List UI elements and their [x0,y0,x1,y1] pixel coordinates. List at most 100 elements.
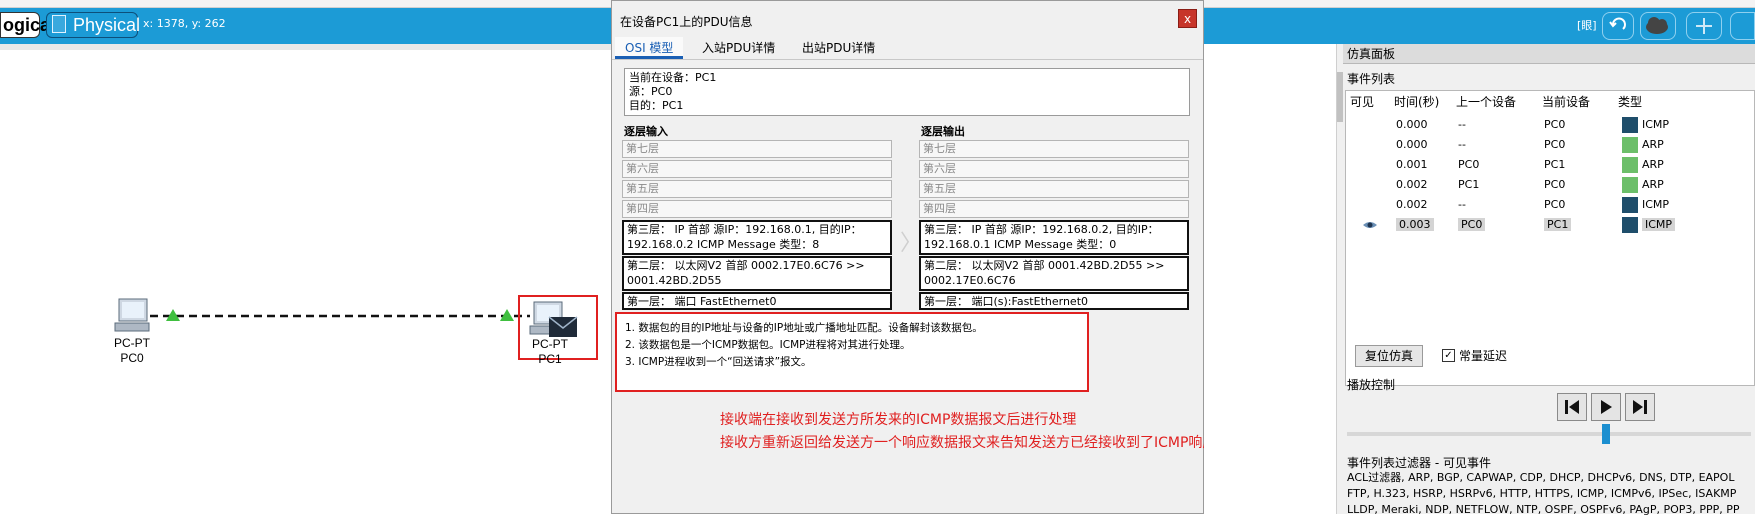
event-type-color [1622,177,1638,193]
in-layer-7[interactable]: 第七层 [622,140,892,158]
event-type-color [1622,217,1638,233]
play-button[interactable] [1591,393,1621,421]
in-layer-3[interactable]: 第三层： IP 首部 源IP：192.168.0.1, 目的IP：192.168… [622,220,892,255]
move-button[interactable] [1686,12,1722,40]
filter-line: FTP, H.323, HSRP, HSRPv6, HTTP, HTTPS, I… [1347,487,1737,500]
event-time: 0.000 [1396,138,1428,151]
tab-divider [612,59,1203,60]
event-filter-title: 事件列表过滤器 - 可见事件 [1347,456,1491,470]
in-layer-6[interactable]: 第六层 [622,160,892,178]
event-type: ARP [1642,178,1664,191]
eye-icon [1363,222,1377,228]
out-layer-3[interactable]: 第三层： IP 首部 源IP：192.168.0.2, 目的IP：192.168… [919,220,1189,255]
annotation-line-2: 接收方重新返回给发送方一个响应数据报文来告知发送方已经接收到了ICMP响应报文对… [720,435,1287,451]
event-row[interactable]: 0.000 -- PC0 ICMP [1346,115,1755,135]
more-button[interactable] [1730,12,1755,40]
event-at-device: PC0 [1544,118,1566,131]
event-time: 0.003 [1396,218,1434,231]
event-row[interactable]: 0.002 PC1 PC0 ARP [1346,175,1755,195]
constant-delay-label: 常量延迟 [1459,349,1508,363]
col-at-device[interactable]: 当前设备 [1542,91,1590,113]
view-label: [眼] [1577,19,1597,32]
forward-step-button[interactable] [1625,393,1655,421]
filter-line: LLDP, Meraki, NDP, NETFLOW, NTP, OSPF, O… [1347,503,1740,516]
event-type: ARP [1642,158,1664,171]
skip-back-icon [1565,400,1579,414]
annotation-line-1: 接收端在接收到发送方所发来的ICMP数据报文后进行处理 [720,412,1077,428]
in-layer-4[interactable]: 第四层 [622,200,892,218]
workspace-right[interactable] [1204,44,1336,514]
reset-simulation-button[interactable]: 复位仿真 [1355,345,1423,367]
in-layer-2[interactable]: 第二层： 以太网V2 首部 0002.17E0.6C76 >> 0001.42B… [622,256,892,291]
event-type: ICMP [1642,218,1676,231]
pdu-notes: 1. 数据包的目的IP地址与设备的IP地址或广播地址匹配。设备解封该数据包。 2… [615,312,1089,392]
event-list-table: 可见 时间(秒) 上一个设备 当前设备 类型 0.000 -- PC0 ICMP 0.0… [1345,90,1755,386]
pc-icon [114,298,150,332]
panel-title: 仿真面板 [1343,44,1755,64]
playback-label: 播放控制 [1347,378,1396,392]
event-at-device: PC0 [1544,138,1566,151]
note-line: 2. 该数据包是一个ICMP数据包。ICMP进程将对其进行处理。 [625,339,911,351]
pdu-info-dialog: 在设备PC1上的PDU信息 x OSI 模型 入站PDU详情 出站PDU详情 当… [611,0,1286,514]
event-last-device: PC1 [1458,178,1480,191]
event-at-device: PC0 [1544,198,1566,211]
pc0-type-label: PC-PT [114,336,150,350]
link-layer [150,309,530,321]
out-layer-1[interactable]: 第一层： 端口(s):FastEthernet0 [919,292,1189,310]
in-layers-heading: 逐层输入 [624,125,668,138]
event-row[interactable]: 0.000 -- PC0 ARP [1346,135,1755,155]
tab-osi-model[interactable]: OSI 模型 [615,37,684,59]
back-button[interactable] [1602,12,1634,40]
in-layer-1[interactable]: 第一层： 端口 FastEthernet0 [622,292,892,310]
event-type-color [1622,197,1638,213]
out-layer-5[interactable]: 第五层 [919,180,1189,198]
event-type: ICMP [1642,118,1670,131]
destination-device: 目的：PC1 [629,99,684,112]
source-device: 源：PC0 [629,85,673,98]
tab-inbound-pdu[interactable]: 入站PDU详情 [692,37,785,59]
move-icon [1696,18,1712,34]
event-time: 0.000 [1396,118,1428,131]
event-row[interactable]: 0.002 -- PC0 ICMP [1346,195,1755,215]
close-button[interactable]: x [1178,9,1197,28]
event-row[interactable]: 0.001 PC0 PC1 ARP [1346,155,1755,175]
in-layer-5[interactable]: 第五层 [622,180,892,198]
event-row[interactable]: 0.003 PC0 PC1 ICMP [1346,215,1755,235]
event-type: ICMP [1642,198,1670,211]
filter-line: ACL过滤器, ARP, BGP, CAPWAP, CDP, DHCP, DHC… [1347,471,1735,484]
note-line: 3. ICMP进程收到一个“回送请求”报文。 [625,356,812,368]
col-last-device[interactable]: 上一个设备 [1456,91,1516,113]
playback-speed-slider[interactable] [1601,424,1610,444]
cloud-button[interactable] [1640,12,1676,40]
event-time: 0.001 [1396,158,1428,171]
pc0-device[interactable] [113,297,153,335]
col-time[interactable]: 时间(秒) [1394,91,1439,113]
skip-forward-icon [1633,400,1647,414]
event-type-color [1622,117,1638,133]
tab-outbound-pdu[interactable]: 出站PDU详情 [792,37,885,59]
event-last-device: PC0 [1458,158,1480,171]
play-icon [1601,400,1612,414]
pc0-name-label: PC0 [120,351,144,365]
cloud-icon [1646,17,1668,34]
out-layer-4[interactable]: 第四层 [919,200,1189,218]
event-time: 0.002 [1396,178,1428,191]
out-layer-2[interactable]: 第二层： 以太网V2 首部 0001.42BD.2D55 >> 0002.17E… [919,256,1189,291]
constant-delay-checkbox[interactable]: ✓ [1442,349,1455,362]
event-last-device: -- [1458,118,1466,131]
event-last-device: -- [1458,198,1466,211]
event-type-color [1622,157,1638,173]
event-at-device: PC0 [1544,178,1566,191]
col-visible[interactable]: 可见 [1350,91,1374,113]
device-info-box: 当前在设备：PC1 源：PC0 目的：PC1 [624,68,1190,116]
playback-speed-track[interactable] [1347,432,1751,436]
event-filter-list[interactable]: ACL过滤器, ARP, BGP, CAPWAP, CDP, DHCP, DHC… [1347,470,1755,518]
out-layer-7[interactable]: 第七层 [919,140,1189,158]
event-list-label: 事件列表 [1347,72,1396,86]
note-line: 1. 数据包的目的IP地址与设备的IP地址或广播地址匹配。设备解封该数据包。 [625,322,983,334]
out-layer-6[interactable]: 第六层 [919,160,1189,178]
undo-icon [1609,17,1626,30]
back-step-button[interactable] [1557,393,1587,421]
pc1-type-label: PC-PT [532,337,568,351]
col-type[interactable]: 类型 [1618,91,1642,113]
